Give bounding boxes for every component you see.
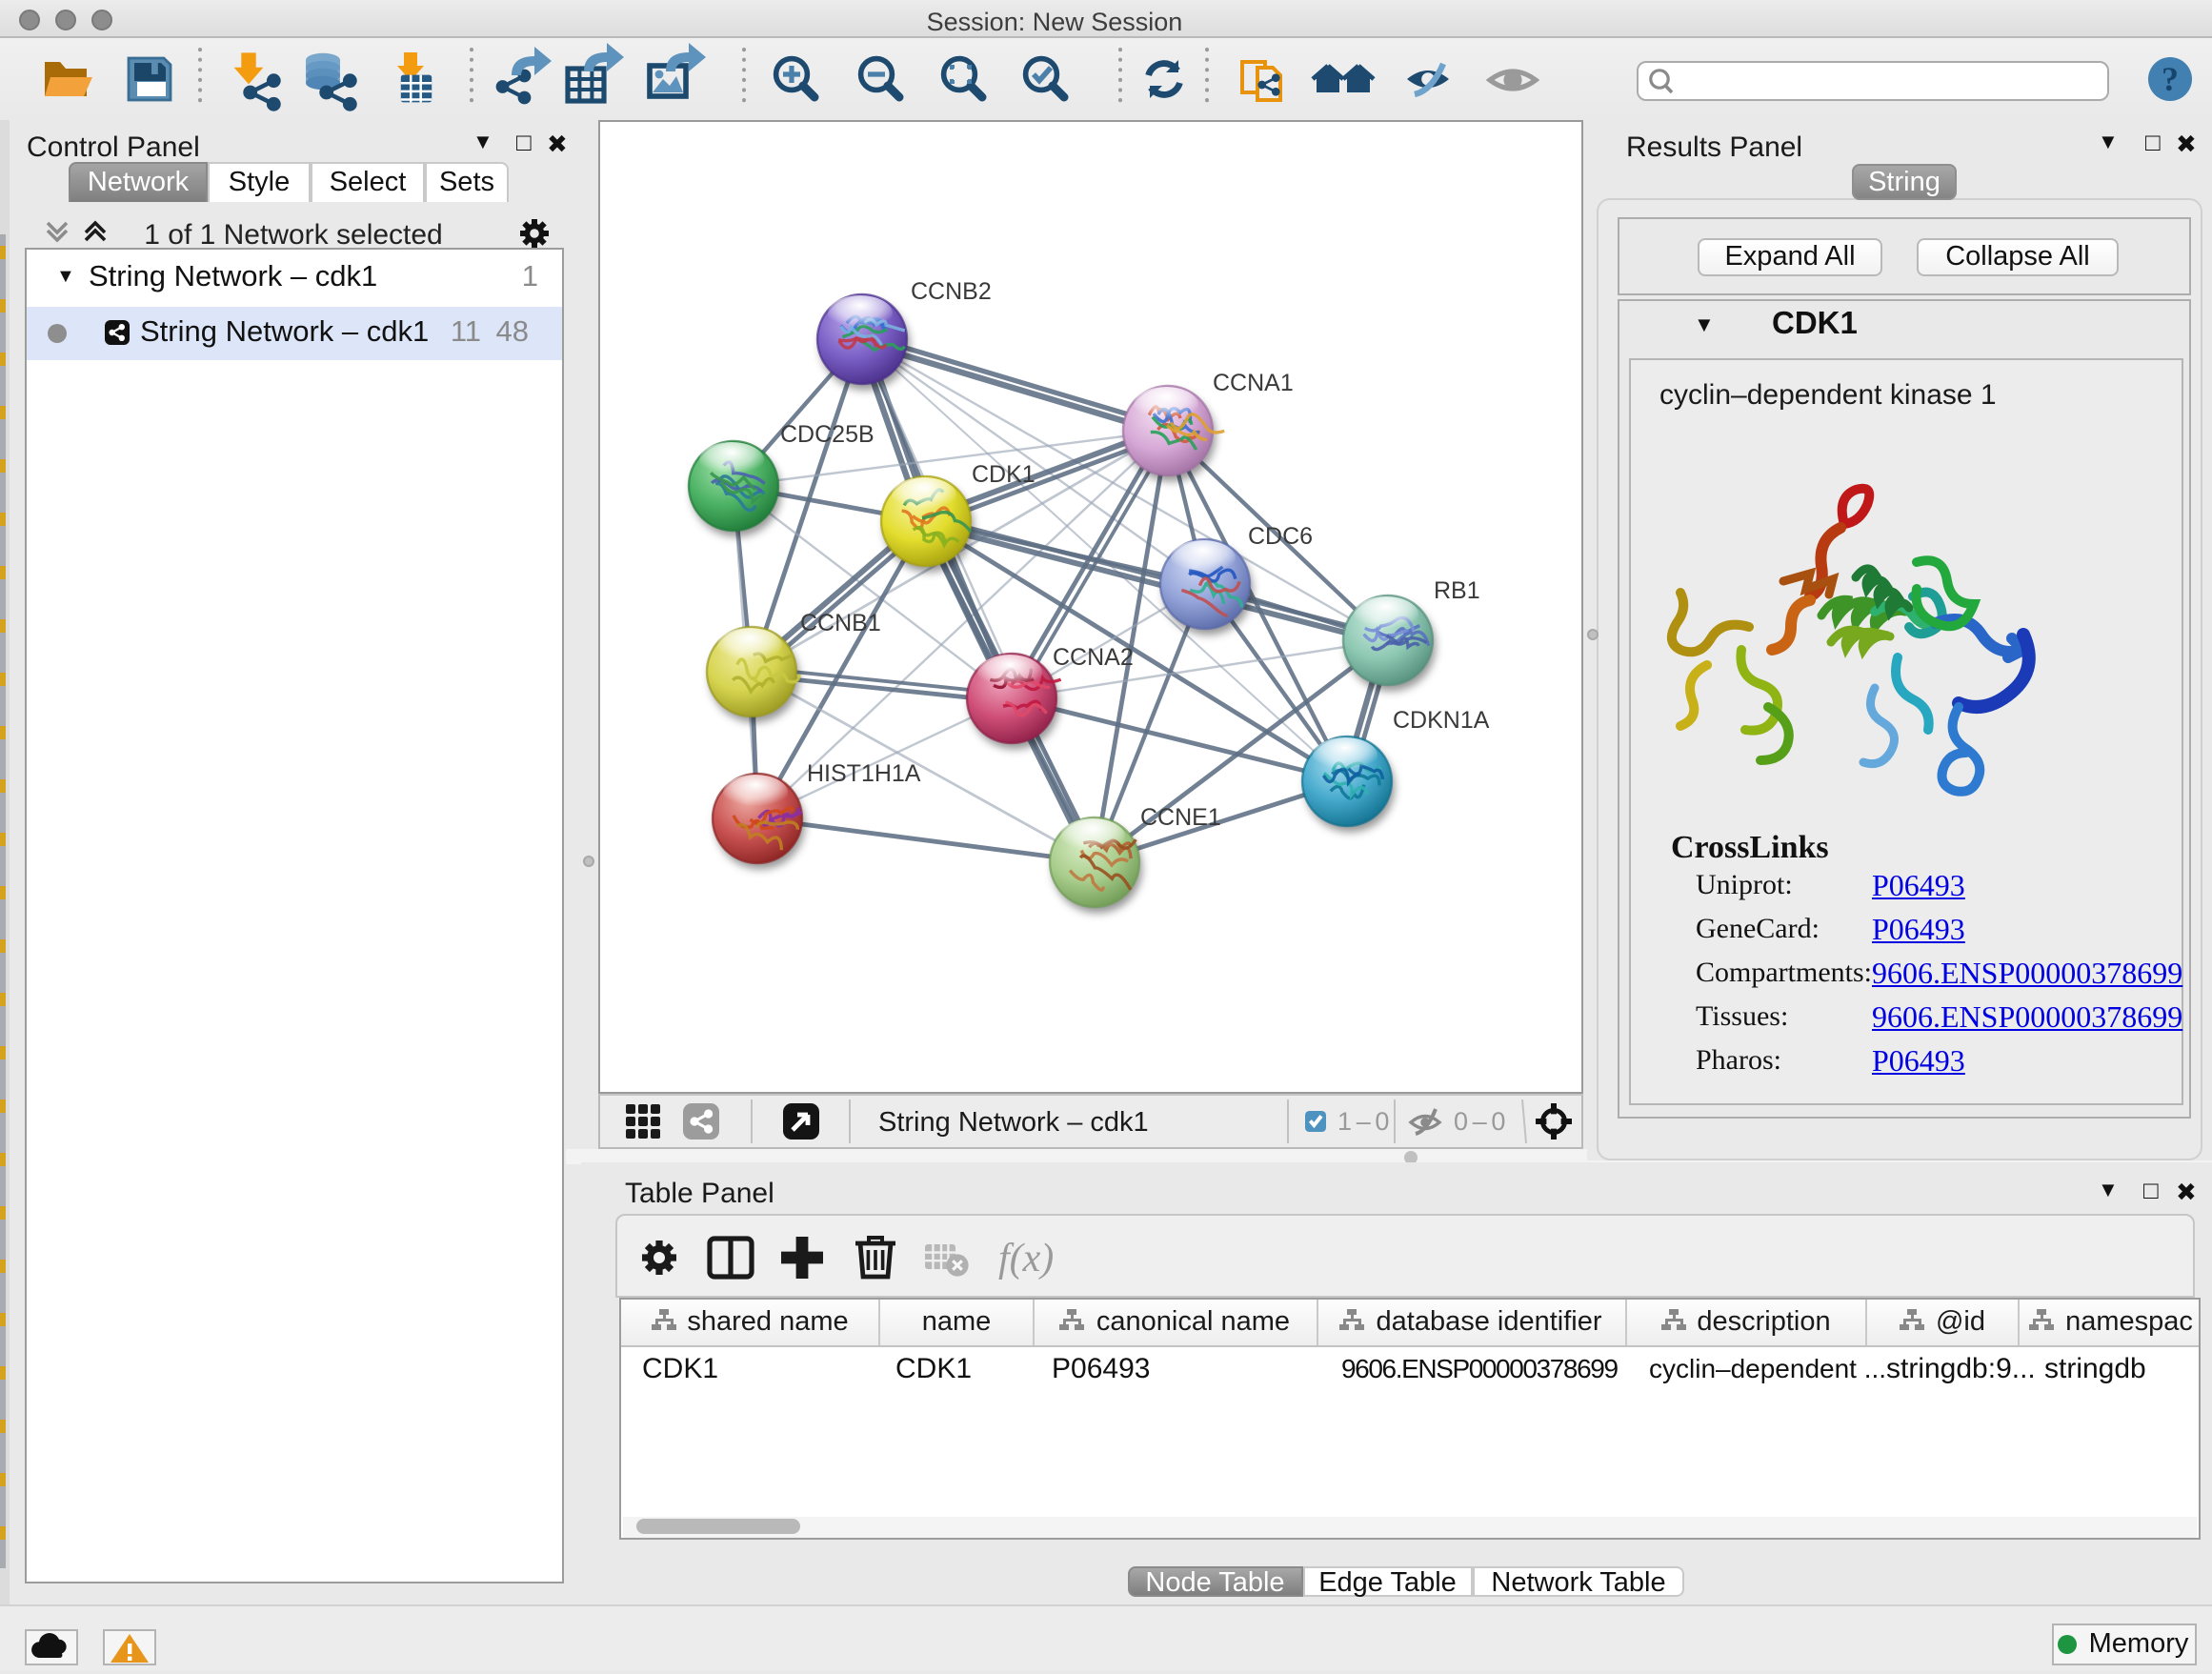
svg-text:CDC6: CDC6	[1248, 523, 1313, 550]
svg-text:RB1: RB1	[1434, 577, 1480, 604]
svg-text:CCNA2: CCNA2	[1053, 644, 1134, 671]
svg-text:CCNB2: CCNB2	[911, 278, 992, 305]
svg-text:CCNA1: CCNA1	[1213, 370, 1294, 396]
svg-text:String Network – cdk1: String Network – cdk1	[878, 1107, 1149, 1138]
svg-text:0 – 0: 0 – 0	[1454, 1107, 1504, 1136]
svg-text:HIST1H1A: HIST1H1A	[807, 760, 921, 787]
svg-text:f(x): f(x)	[998, 1237, 1054, 1281]
svg-text:CDKN1A: CDKN1A	[1393, 707, 1490, 734]
svg-text:1 – 0: 1 – 0	[1337, 1107, 1388, 1136]
svg-text:CDK1: CDK1	[972, 461, 1036, 488]
svg-text:?: ?	[2162, 60, 2179, 98]
svg-text:CCNE1: CCNE1	[1140, 804, 1221, 831]
svg-text:CDC25B: CDC25B	[780, 421, 875, 448]
svg-text:CCNB1: CCNB1	[800, 610, 881, 636]
